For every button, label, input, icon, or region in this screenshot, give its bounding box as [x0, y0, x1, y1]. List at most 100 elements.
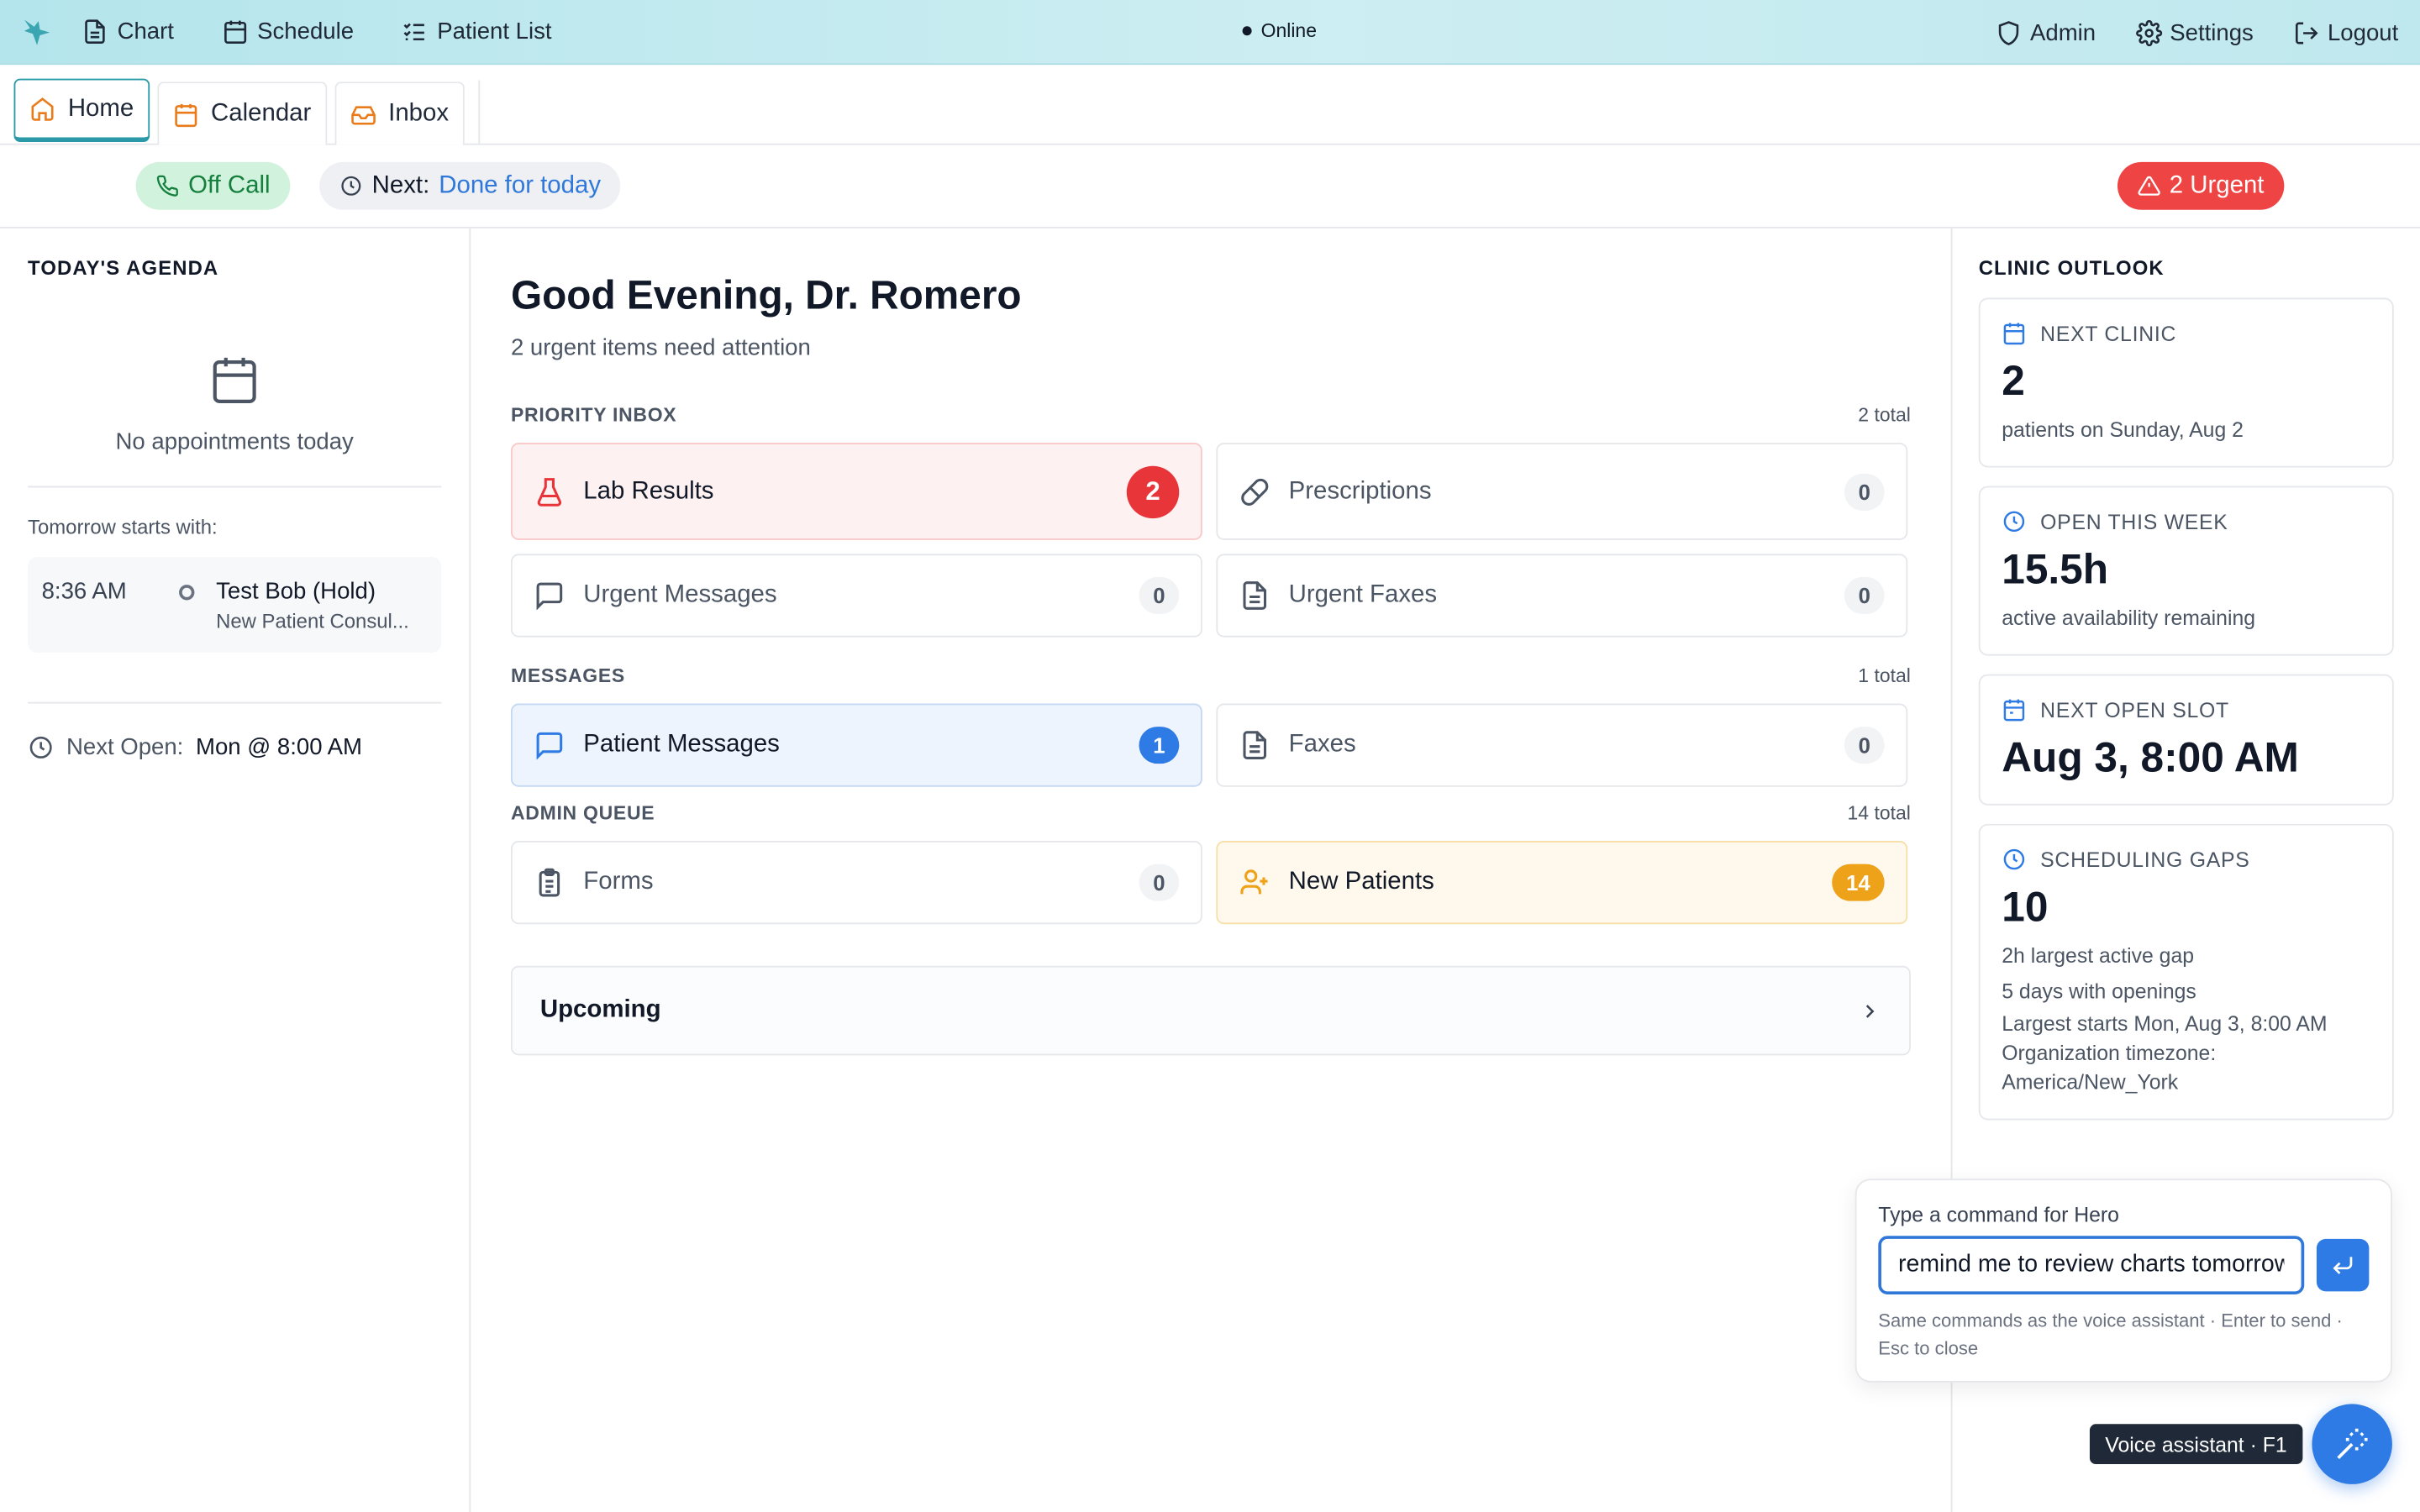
group-title: MESSAGES — [510, 664, 625, 687]
nav-patient-list[interactable]: Patient List — [402, 18, 552, 45]
nav-schedule-label: Schedule — [257, 18, 355, 45]
pill-icon — [1241, 477, 1269, 506]
top-nav: Chart Schedule Patient List Online Admin… — [0, 0, 2420, 66]
command-hint: Same commands as the voice assistant · E… — [1878, 1310, 2343, 1360]
nav-patient-list-label: Patient List — [437, 18, 552, 45]
outlook-card-header: NEXT OPEN SLOT — [2002, 697, 2370, 722]
logo-icon[interactable] — [20, 14, 54, 48]
outlook-card-next-clinic: NEXT CLINIC 2 patients on Sunday, Aug 2 — [1978, 297, 2394, 468]
tab-home[interactable]: Home — [13, 78, 150, 142]
list-check-icon — [403, 23, 425, 41]
outlook-card-value: 2 — [2002, 358, 2025, 405]
page-subtitle: 2 urgent items need attention — [510, 334, 811, 361]
voice-assistant-button[interactable] — [2312, 1404, 2392, 1484]
nav-schedule[interactable]: Schedule — [222, 18, 354, 45]
status-bar: Off Call Next: Done for today 2 Urgent — [0, 145, 2420, 228]
call-status-pill[interactable]: Off Call — [135, 161, 291, 210]
outlook-card-value: Aug 3, 8:00 AM — [2002, 734, 2299, 781]
card-prescriptions[interactable]: Prescriptions 0 — [1216, 443, 1908, 540]
count-badge: 1 — [1139, 727, 1180, 764]
appointment-type: New Patient Consul... — [216, 609, 409, 633]
count-badge: 0 — [1844, 472, 1885, 511]
count-badge: 0 — [1139, 576, 1180, 615]
command-input[interactable] — [1878, 1236, 2305, 1295]
tab-home-label: Home — [67, 94, 134, 122]
command-row — [1878, 1236, 2370, 1295]
appointment-patient: Test Bob (Hold) — [216, 578, 376, 605]
tab-inbox[interactable]: Inbox — [334, 81, 465, 145]
card-urgent-messages[interactable]: Urgent Messages 0 — [510, 554, 1202, 638]
next-label: Next: — [371, 171, 430, 199]
nav-right: Admin Settings Logout — [1996, 0, 2398, 65]
connection-status: Online — [1242, 20, 1317, 42]
priority-inbox-cards: Lab Results 2 Prescriptions 0 Urgent Mes… — [510, 443, 1911, 638]
divider — [28, 486, 442, 488]
nav-admin[interactable]: Admin — [1996, 19, 2096, 45]
outlook-card-line: patients on Sunday, Aug 2 — [2002, 417, 2244, 442]
call-status-label: Off Call — [188, 171, 271, 199]
calendar-icon — [174, 102, 197, 127]
alert-triangle-icon — [2137, 176, 2160, 196]
count-badge: 0 — [1844, 727, 1885, 764]
nav-settings[interactable]: Settings — [2135, 19, 2254, 45]
card-label: New Patients — [1288, 869, 1434, 895]
next-open-value: Mon @ 8:00 AM — [196, 734, 363, 761]
urgent-badge[interactable]: 2 Urgent — [2117, 161, 2285, 210]
magic-wand-icon — [2337, 1428, 2368, 1460]
next-open-label: Next Open: — [66, 734, 184, 761]
card-patient-messages[interactable]: Patient Messages 1 — [510, 703, 1202, 787]
outlook-card-value: 15.5h — [2002, 546, 2109, 593]
divider — [28, 701, 442, 704]
document-icon — [85, 19, 105, 44]
agenda-empty-text: No appointments today — [115, 428, 354, 455]
card-faxes[interactable]: Faxes 0 — [1216, 703, 1908, 787]
outlook-card-line: Largest starts Mon, Aug 3, 8:00 AM — [2002, 1011, 2328, 1036]
clock-icon — [341, 176, 361, 196]
clock-icon — [29, 736, 52, 759]
upcoming-section[interactable]: Upcoming — [510, 965, 1911, 1056]
appointment-time: 8:36 AM — [41, 578, 127, 605]
outlook-card-next-open-slot: NEXT OPEN SLOT Aug 3, 8:00 AM — [1978, 674, 2394, 806]
nav-admin-label: Admin — [2029, 18, 2096, 46]
outlook-card-scheduling-gaps: SCHEDULING GAPS 10 2h largest active gap… — [1978, 823, 2394, 1121]
urgent-label: 2 Urgent — [2169, 171, 2265, 199]
count-badge: 0 — [1139, 864, 1180, 901]
nav-chart[interactable]: Chart — [82, 18, 174, 45]
card-label: Urgent Messages — [583, 581, 777, 608]
message-icon — [536, 732, 563, 760]
card-lab-results[interactable]: Lab Results 2 — [510, 443, 1202, 540]
status-circle-icon — [179, 585, 195, 601]
outlook-card-header: SCHEDULING GAPS — [2002, 847, 2370, 871]
home-icon — [31, 97, 54, 121]
next-open: Next Open: Mon @ 8:00 AM — [28, 734, 441, 761]
tab-calendar[interactable]: Calendar — [156, 81, 327, 145]
outlook-card-label: SCHEDULING GAPS — [2040, 848, 2250, 871]
nav-chart-label: Chart — [117, 18, 174, 45]
count-badge: 0 — [1844, 576, 1885, 615]
card-label: Patient Messages — [583, 731, 780, 758]
command-label: Type a command for Hero — [1878, 1203, 2119, 1227]
send-button[interactable] — [2317, 1238, 2370, 1292]
card-label: Lab Results — [583, 477, 714, 504]
group-title: ADMIN QUEUE — [510, 802, 655, 824]
chevron-right-icon — [1865, 1004, 1875, 1017]
calendar-icon — [224, 20, 246, 44]
phone-icon — [156, 175, 178, 197]
file-icon — [1243, 581, 1267, 610]
calendar-icon — [2003, 699, 2025, 722]
outlook-card-line: Organization timezone: America/New_York — [2002, 1041, 2217, 1095]
tab-bar: Home Calendar Inbox — [0, 65, 2420, 145]
card-new-patients[interactable]: New Patients 14 — [1216, 841, 1908, 925]
command-popover: Type a command for Hero Same commands as… — [1854, 1179, 2392, 1383]
count-badge: 14 — [1832, 864, 1885, 901]
outlook-card-label: OPEN THIS WEEK — [2040, 510, 2228, 533]
voice-assistant-tooltip: Voice assistant · F1 — [2089, 1424, 2303, 1465]
outlook-card-label: NEXT OPEN SLOT — [2040, 698, 2229, 722]
card-urgent-faxes[interactable]: Urgent Faxes 0 — [1216, 554, 1908, 638]
appointment-item[interactable]: 8:36 AM Test Bob (Hold) New Patient Cons… — [28, 557, 442, 653]
card-forms[interactable]: Forms 0 — [510, 841, 1202, 925]
next-value: Done for today — [439, 171, 602, 199]
nav-logout[interactable]: Logout — [2294, 19, 2398, 45]
group-count: 14 total — [1847, 802, 1911, 824]
tomorrow-label: Tomorrow starts with: — [28, 515, 218, 539]
